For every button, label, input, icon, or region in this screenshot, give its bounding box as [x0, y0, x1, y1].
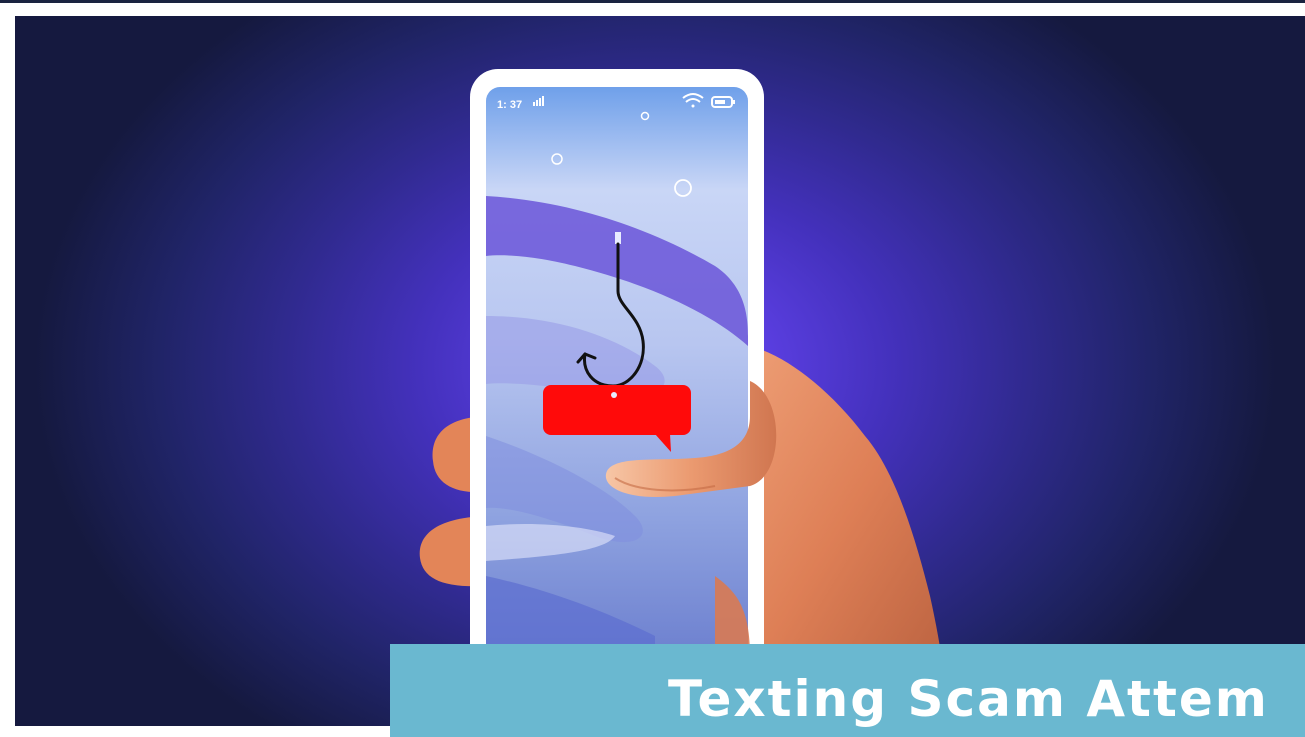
scam-illustration: 1: 37 — [15, 16, 1305, 726]
caption-title: Texting Scam Attem — [668, 670, 1269, 728]
top-border — [0, 0, 1305, 3]
illustration-canvas: 1: 37 — [419, 69, 950, 726]
caption-banner: Texting Scam Attem — [390, 644, 1305, 737]
image-frame: 1: 37 Texting Scam Attem — [0, 0, 1305, 737]
status-time: 1: 37 — [497, 99, 522, 111]
